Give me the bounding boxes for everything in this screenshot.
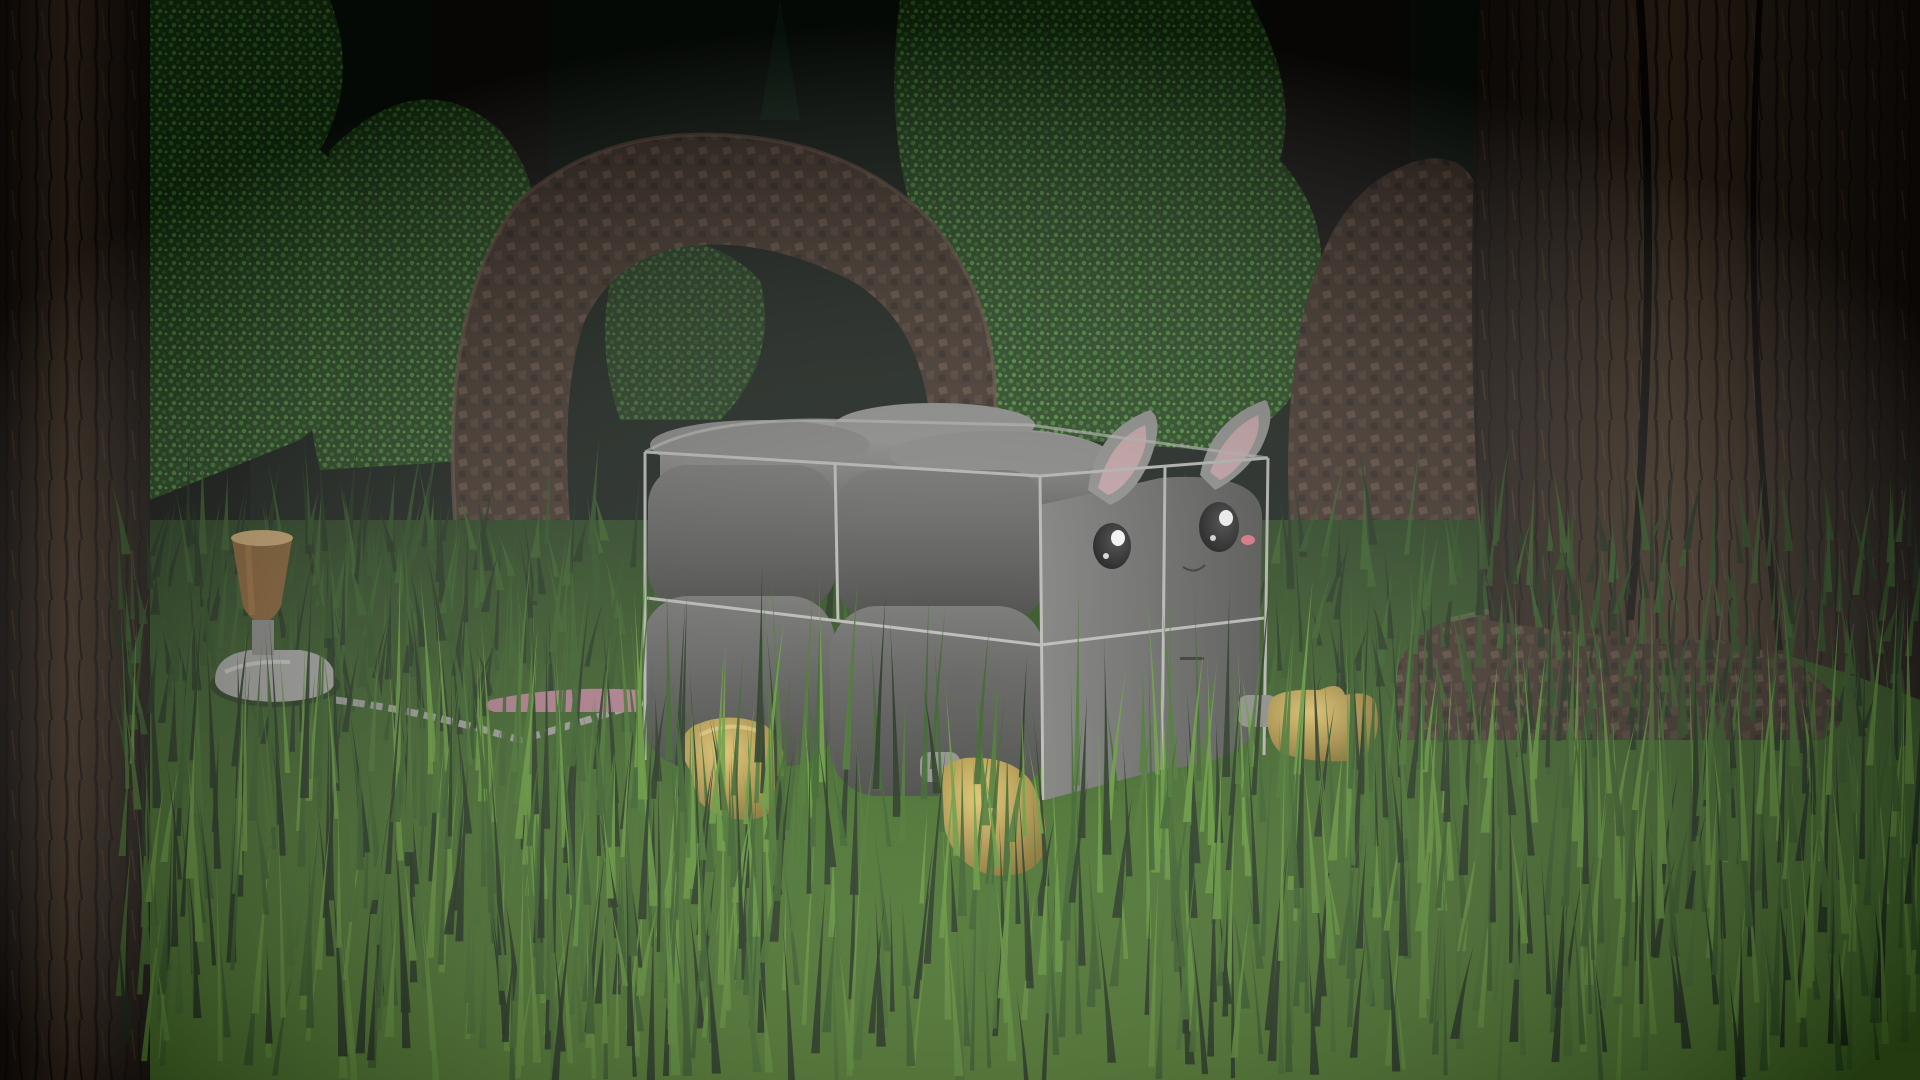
vignette-overlay [0, 0, 1920, 1080]
forest-render-scene [0, 0, 1920, 1080]
scene-svg [0, 0, 1920, 1080]
